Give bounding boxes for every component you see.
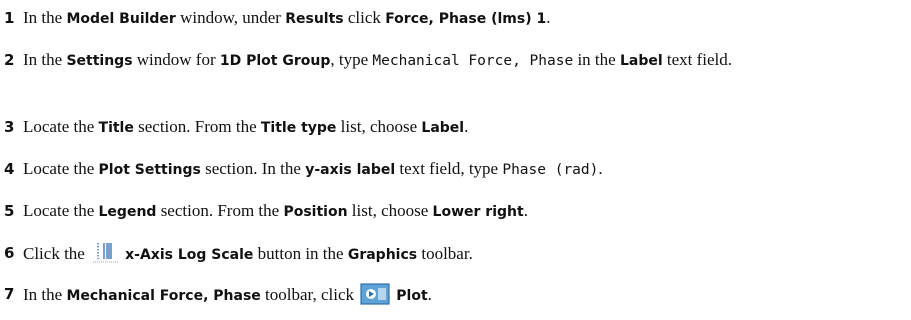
ui-term: Title [98, 120, 134, 136]
text-run: toolbar. [417, 244, 473, 263]
ui-term: 1D Plot Group [219, 53, 331, 69]
x-axis-log-scale-icon [91, 242, 119, 270]
ui-term: Mechanical Force, Phase [66, 288, 261, 304]
text-run: Locate the [23, 159, 99, 178]
plot-icon [360, 283, 390, 311]
ui-term: Results [285, 11, 344, 27]
text-run: section. In the [200, 159, 306, 178]
ui-term: Lower right [432, 204, 524, 220]
ui-term: Legend [98, 204, 157, 220]
step-number: 3 [4, 118, 15, 136]
ui-term: y-axis label [305, 162, 396, 178]
ui-term: Model Builder [66, 11, 176, 27]
step-text: In the Model Builder window, under Resul… [23, 7, 905, 30]
text-run: list, choose [336, 117, 422, 136]
text-run: , type [330, 50, 373, 69]
text-run: text field. [662, 50, 733, 69]
text-run: . [546, 8, 551, 27]
step-text: In the Mechanical Force, Phase toolbar, … [23, 283, 905, 311]
text-run: toolbar, click [260, 285, 359, 304]
step-number: 2 [4, 51, 15, 69]
text-run: In the [23, 50, 67, 69]
text-run: In the [23, 8, 67, 27]
step-number: 5 [4, 202, 15, 220]
ui-term: Plot Settings [98, 162, 201, 178]
ui-term: x-Axis Log Scale [125, 247, 254, 263]
ui-term: Position [283, 204, 348, 220]
text-run: button in the [253, 244, 348, 263]
text-run: list, choose [347, 201, 433, 220]
step-number: 7 [4, 285, 15, 303]
ui-term: Label [421, 120, 465, 136]
text-run: Locate the [23, 201, 99, 220]
ui-term: Plot [396, 288, 428, 304]
step-number: 1 [4, 9, 15, 27]
text-run: . [427, 285, 432, 304]
step-number: 6 [4, 244, 15, 262]
text-run: click [343, 8, 386, 27]
text-run: text field, type [395, 159, 503, 178]
ui-term: Title type [260, 120, 337, 136]
step-text: Locate the Legend section. From the Posi… [23, 200, 905, 223]
ui-term: Label [619, 53, 663, 69]
step-text: In the Settings window for 1D Plot Group… [23, 49, 905, 72]
code-text: Phase (rad) [502, 162, 599, 178]
ui-term: Graphics [347, 247, 418, 263]
instruction-steps: 1 In the Model Builder window, under Res… [0, 0, 911, 320]
text-run: window, under [175, 8, 286, 27]
text-run: window for [132, 50, 220, 69]
text-run: in the [573, 50, 620, 69]
text-run: . [464, 117, 469, 136]
text-run: section. From the [133, 117, 261, 136]
text-run: Locate the [23, 117, 99, 136]
text-run: . [523, 201, 528, 220]
code-text: Mechanical Force, Phase [372, 53, 574, 69]
text-run: . [598, 159, 603, 178]
text-run: Click the [23, 244, 90, 263]
text-run: section. From the [156, 201, 284, 220]
step-number: 4 [4, 160, 15, 178]
step-text: Locate the Title section. From the Title… [23, 116, 905, 139]
ui-term: Force, Phase (lms) 1 [385, 11, 547, 27]
step-text: Click the x-Axis Log Scale button in the… [23, 242, 905, 270]
text-run: In the [23, 285, 67, 304]
ui-term: Settings [66, 53, 133, 69]
step-text: Locate the Plot Settings section. In the… [23, 158, 905, 181]
